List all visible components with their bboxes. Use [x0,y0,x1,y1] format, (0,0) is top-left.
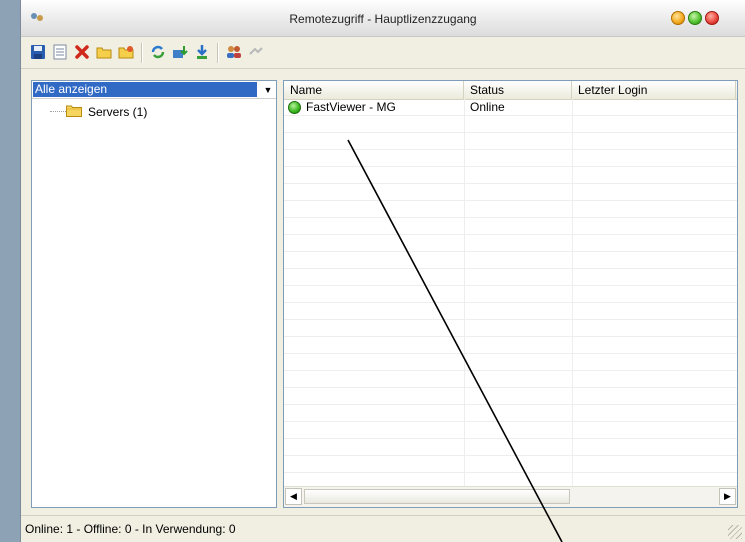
app-window: Remotezugriff - Hauptlizenzzugang Alle a… [20,0,745,542]
save-icon[interactable] [29,43,47,61]
close-button[interactable] [705,11,719,25]
maximize-button[interactable] [688,11,702,25]
scroll-left-icon[interactable]: ◀ [285,488,302,505]
properties-icon[interactable] [51,43,69,61]
online-status-icon [288,101,301,114]
import-icon[interactable] [193,43,211,61]
list-header: Name Status Letzter Login [284,81,737,100]
scroll-right-icon[interactable]: ▶ [719,488,736,505]
edit-folder-icon[interactable] [117,43,135,61]
chevron-down-icon[interactable]: ▼ [260,81,276,98]
delete-icon[interactable] [73,43,91,61]
filter-dropdown[interactable]: Alle anzeigen ▼ [32,81,276,99]
tree-item-servers[interactable]: Servers (1) [88,105,147,119]
status-text: Online: 1 - Offline: 0 - In Verwendung: … [25,522,236,536]
row-status: Online [470,100,505,114]
column-header-name[interactable]: Name [284,81,464,99]
table-row[interactable]: FastViewer - MG Online [284,99,737,116]
refresh-icon[interactable] [149,43,167,61]
server-list: Name Status Letzter Login FastViewer - M… [283,80,738,508]
minimize-button[interactable] [671,11,685,25]
title-bar[interactable]: Remotezugriff - Hauptlizenzzugang [21,0,745,37]
tree-connector [50,111,66,112]
horizontal-scrollbar[interactable]: ◀ ▶ [284,486,737,507]
new-folder-icon[interactable] [95,43,113,61]
download-icon[interactable] [171,43,189,61]
server-tree-panel: Alle anzeigen ▼ Servers (1) [31,80,277,508]
connect-icon[interactable] [247,43,265,61]
folder-icon [66,105,82,117]
status-bar: Online: 1 - Offline: 0 - In Verwendung: … [21,515,745,542]
users-icon[interactable] [225,43,243,61]
column-header-last-login[interactable]: Letzter Login [572,81,736,99]
row-name: FastViewer - MG [306,100,396,114]
resize-grip-icon[interactable] [728,525,742,539]
window-title: Remotezugriff - Hauptlizenzzugang [289,12,477,26]
toolbar [21,37,745,69]
scroll-thumb[interactable] [304,489,570,504]
column-header-status[interactable]: Status [464,81,572,99]
filter-selected-value: Alle anzeigen [33,82,257,97]
